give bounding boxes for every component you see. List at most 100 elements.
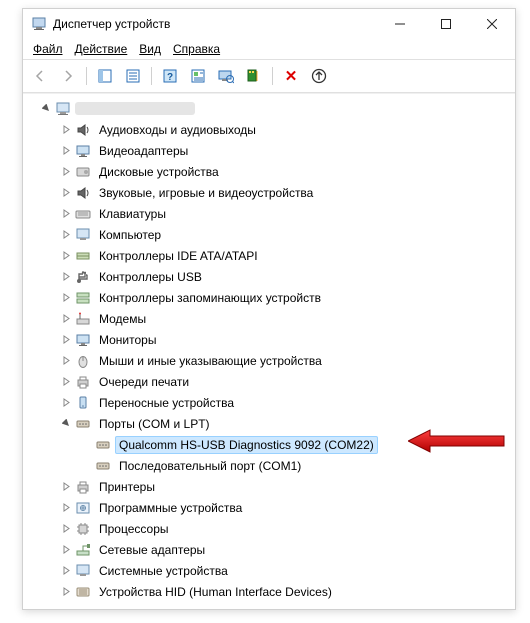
port-icon [95, 437, 111, 453]
show-hide-console-tree-button[interactable] [92, 63, 118, 89]
menu-file[interactable]: Файл [27, 40, 69, 58]
expander-icon[interactable] [59, 165, 73, 179]
mouse-icon [75, 353, 91, 369]
add-legacy-hardware-button[interactable] [241, 63, 267, 89]
hid-icon [75, 584, 91, 600]
category-label: Дисковые устройства [95, 163, 223, 181]
tree-device[interactable]: Qualcomm HS-USB Diagnostics 9092 (COM22) [79, 434, 515, 455]
maximize-button[interactable] [423, 9, 469, 39]
update-driver-button[interactable] [306, 63, 332, 89]
expander-icon[interactable] [59, 417, 73, 431]
help-button[interactable]: ? [157, 63, 183, 89]
device-label: Qualcomm HS-USB Diagnostics 9092 (COM22) [115, 436, 378, 454]
printer-icon [75, 374, 91, 390]
tree-category[interactable]: Контроллеры IDE ATA/ATAPI [59, 245, 515, 266]
computer-name-blurred [75, 102, 195, 115]
port-icon [75, 416, 91, 432]
expander-icon[interactable] [59, 522, 73, 536]
tree-category[interactable]: Мыши и иные указывающие устройства [59, 350, 515, 371]
category-label: Программные устройства [95, 499, 246, 517]
expander-icon[interactable] [59, 354, 73, 368]
tree-category[interactable]: Процессоры [59, 518, 515, 539]
tree-category[interactable]: Системные устройства [59, 560, 515, 581]
expander-icon[interactable] [59, 207, 73, 221]
scan-hardware-button[interactable] [213, 63, 239, 89]
category-label: Контроллеры запоминающих устройств [95, 289, 325, 307]
action-menu-button[interactable] [185, 63, 211, 89]
tree-category[interactable]: Контроллеры запоминающих устройств [59, 287, 515, 308]
display-icon [75, 332, 91, 348]
menu-view[interactable]: Вид [133, 40, 167, 58]
expander-icon[interactable] [59, 333, 73, 347]
category-label: Устройства HID (Human Interface Devices) [95, 583, 336, 601]
tree-category[interactable]: Программные устройства [59, 497, 515, 518]
tree-category[interactable]: Клавиатуры [59, 203, 515, 224]
device-tree[interactable]: Аудиовходы и аудиовыходыВидеоадаптеры Дис… [23, 93, 515, 609]
usb-icon [75, 269, 91, 285]
expander-icon[interactable] [59, 249, 73, 263]
uninstall-device-button[interactable]: ✕ [278, 63, 304, 89]
tree-category[interactable]: Видеоадаптеры [59, 140, 515, 161]
tree-category[interactable]: Модемы [59, 308, 515, 329]
menu-help[interactable]: Справка [167, 40, 226, 58]
x-icon: ✕ [285, 69, 298, 84]
tree-category[interactable]: Порты (COM и LPT) [59, 413, 515, 434]
device-label: Последовательный порт (COM1) [115, 457, 305, 475]
menu-action[interactable]: Действие [69, 40, 134, 58]
device-manager-window: Диспетчер устройств Файл Действие Вид Сп… [22, 8, 516, 610]
minimize-button[interactable] [377, 9, 423, 39]
back-button[interactable] [27, 63, 53, 89]
toolbar: ? ✕ [23, 60, 515, 93]
portable-icon [75, 395, 91, 411]
expander-icon[interactable] [59, 501, 73, 515]
app-icon [31, 16, 47, 32]
tree-category[interactable]: Аудиовходы и аудиовыходы [59, 119, 515, 140]
expander-icon[interactable] [59, 312, 73, 326]
expander-icon[interactable] [59, 585, 73, 599]
tree-category[interactable]: Контроллеры USB [59, 266, 515, 287]
expander-icon[interactable] [59, 186, 73, 200]
printer-icon [75, 479, 91, 495]
expander-icon[interactable] [59, 543, 73, 557]
expander-icon[interactable] [59, 480, 73, 494]
category-label: Сетевые адаптеры [95, 541, 209, 559]
category-label: Процессоры [95, 520, 173, 538]
tree-category[interactable]: Переносные устройства [59, 392, 515, 413]
tree-category[interactable]: Компьютер [59, 224, 515, 245]
speaker-icon [75, 122, 91, 138]
tree-category[interactable]: Дисковые устройства [59, 161, 515, 182]
disk-icon [75, 164, 91, 180]
menubar: Файл Действие Вид Справка [23, 39, 515, 60]
category-label: Порты (COM и LPT) [95, 415, 214, 433]
expander-icon[interactable] [59, 144, 73, 158]
toolbar-separator [86, 67, 87, 85]
tree-category[interactable]: Сетевые адаптеры [59, 539, 515, 560]
tree-category[interactable]: Устройства HID (Human Interface Devices) [59, 581, 515, 602]
expander-icon[interactable] [59, 228, 73, 242]
tree-category[interactable]: Мониторы [59, 329, 515, 350]
expander-icon[interactable] [59, 123, 73, 137]
expander-icon[interactable] [59, 270, 73, 284]
expander-icon[interactable] [59, 291, 73, 305]
toolbar-separator [151, 67, 152, 85]
display-icon [75, 143, 91, 159]
category-label: Контроллеры USB [95, 268, 206, 286]
expander-icon[interactable] [59, 375, 73, 389]
category-label: Клавиатуры [95, 205, 170, 223]
toolbar-separator [272, 67, 273, 85]
tree-category[interactable]: Очереди печати [59, 371, 515, 392]
tree-category[interactable]: Звуковые, игровые и видеоустройства [59, 182, 515, 203]
tree-device[interactable]: Последовательный порт (COM1) [79, 455, 515, 476]
speaker-icon [75, 185, 91, 201]
close-button[interactable] [469, 9, 515, 39]
tree-category[interactable]: Принтеры [59, 476, 515, 497]
expander-icon[interactable] [59, 396, 73, 410]
expander-icon[interactable] [59, 564, 73, 578]
category-label: Очереди печати [95, 373, 193, 391]
expander-icon[interactable] [39, 102, 53, 116]
tree-root-node[interactable] [39, 98, 515, 119]
properties-button[interactable] [120, 63, 146, 89]
category-label: Переносные устройства [95, 394, 238, 412]
forward-button[interactable] [55, 63, 81, 89]
category-label: Компьютер [95, 226, 165, 244]
